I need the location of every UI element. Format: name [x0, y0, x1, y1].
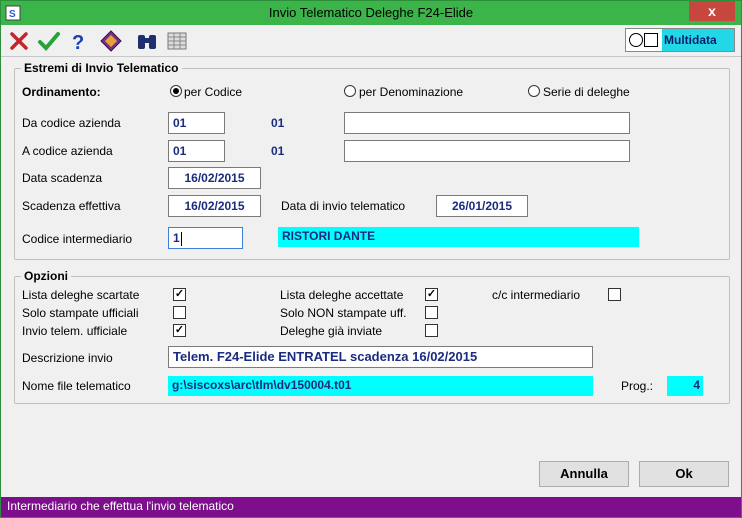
close-window-button[interactable]: x [689, 1, 735, 21]
prog-label: Prog.: [621, 379, 654, 393]
a-codice-name-field[interactable] [344, 140, 630, 162]
da-codice-label: Da codice azienda [22, 116, 121, 130]
a-codice-input[interactable]: 01 [168, 140, 225, 162]
check-deleghe-inviate-label: Deleghe già inviate [280, 324, 383, 338]
radio-per-denominazione-label[interactable]: per Denominazione [359, 85, 463, 99]
main-window: S Invio Telematico Deleghe F24-Elide x ?… [0, 0, 742, 518]
check-invio-ufficiale[interactable]: ✓ [173, 324, 186, 337]
check-deleghe-inviate[interactable] [425, 324, 438, 337]
ordinamento-label: Ordinamento: [22, 85, 101, 99]
radio-per-codice-label[interactable]: per Codice [184, 85, 242, 99]
da-codice-static: 01 [271, 116, 285, 130]
logo-circle-icon [629, 33, 643, 47]
check-lista-accettate[interactable]: ✓ [425, 288, 438, 301]
scadenza-effettiva-label: Scadenza effettiva [22, 199, 121, 213]
scadenza-effettiva-input[interactable]: 16/02/2015 [168, 195, 261, 217]
ok-button[interactable]: Ok [639, 461, 729, 487]
check-solo-stampate-label: Solo stampate ufficiali [22, 306, 139, 320]
data-scadenza-label: Data scadenza [22, 171, 103, 185]
annulla-button[interactable]: Annulla [539, 461, 629, 487]
toolbar: ? Multidata [1, 25, 741, 57]
a-codice-static: 01 [271, 144, 285, 158]
nome-file-field: g:\siscoxs\arc\tlm\dv150004.t01 [168, 376, 593, 396]
descrizione-label: Descrizione invio [22, 351, 113, 365]
logo-box-icon [644, 33, 658, 47]
da-codice-name-field[interactable] [344, 112, 630, 134]
check-lista-accettate-label: Lista deleghe accettate [280, 288, 404, 302]
check-invio-ufficiale-label: Invio telem. ufficiale [22, 324, 128, 338]
a-codice-label: A codice azienda [22, 144, 113, 158]
codice-intermediario-label: Codice intermediario [22, 232, 133, 246]
descrizione-input[interactable]: Telem. F24-Elide ENTRATEL scadenza 16/02… [168, 346, 593, 368]
window-title: Invio Telematico Deleghe F24-Elide [268, 5, 474, 20]
check-lista-scartate-label: Lista deleghe scartate [22, 288, 140, 302]
codice-intermediario-value: 1 [173, 231, 180, 245]
check-solo-non-stampate-label: Solo NON stampate uff. [280, 306, 407, 320]
radio-per-denominazione[interactable] [344, 85, 356, 97]
check-cc-intermediario-label: c/c intermediario [492, 288, 581, 302]
svg-text:?: ? [72, 32, 84, 53]
check-lista-scartate[interactable]: ✓ [173, 288, 186, 301]
title-bar: S Invio Telematico Deleghe F24-Elide x [1, 1, 741, 25]
multidata-logo: Multidata [625, 28, 735, 52]
data-invio-input[interactable]: 26/01/2015 [436, 195, 528, 217]
logo-text: Multidata [662, 29, 734, 51]
book-icon[interactable] [99, 29, 123, 53]
intermediario-name-field: RISTORI DANTE [278, 227, 639, 247]
nome-file-label: Nome file telematico [22, 379, 131, 393]
group-opzioni-legend: Opzioni [21, 269, 71, 283]
data-invio-label: Data di invio telematico [281, 199, 406, 213]
status-bar: Intermediario che effettua l'invio telem… [1, 497, 741, 517]
check-solo-stampate[interactable] [173, 306, 186, 319]
radio-per-codice[interactable] [170, 85, 182, 97]
data-scadenza-input[interactable]: 16/02/2015 [168, 167, 261, 189]
confirm-check-icon[interactable] [37, 29, 61, 53]
group-estremi-legend: Estremi di Invio Telematico [21, 61, 182, 75]
da-codice-input[interactable]: 01 [168, 112, 225, 134]
radio-serie-deleghe-label[interactable]: Serie di deleghe [543, 85, 630, 99]
prog-field: 4 [667, 376, 703, 396]
check-solo-non-stampate[interactable] [425, 306, 438, 319]
text-caret [180, 231, 182, 246]
codice-intermediario-input[interactable]: 1 [168, 227, 243, 249]
radio-serie-deleghe[interactable] [528, 85, 540, 97]
help-icon[interactable]: ? [67, 29, 91, 53]
binoculars-icon[interactable] [135, 29, 159, 53]
check-cc-intermediario[interactable] [608, 288, 621, 301]
cancel-x-icon[interactable] [7, 29, 31, 53]
table-grid-icon[interactable] [165, 29, 189, 53]
